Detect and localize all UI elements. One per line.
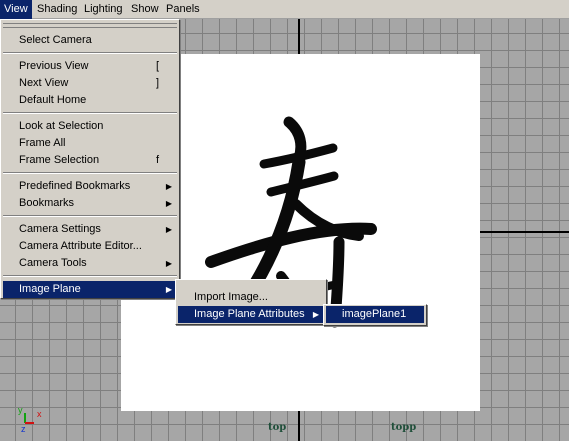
menu-separator	[3, 275, 177, 277]
axis-z-label: z	[21, 424, 26, 433]
shortcut-label: ]	[155, 77, 159, 89]
menu-panels[interactable]: Panels	[162, 0, 204, 19]
submenu-arrow-icon: ▶	[165, 259, 172, 268]
menu-item-camera-tools[interactable]: Camera Tools ▶	[3, 255, 177, 272]
axis-x-label: x	[37, 409, 42, 419]
menu-item-look-at-selection[interactable]: Look at Selection	[3, 118, 177, 135]
menu-item-imageplane1[interactable]: imagePlane1	[326, 306, 424, 323]
menu-separator	[3, 52, 177, 54]
submenu-arrow-icon: ▶	[312, 310, 319, 319]
menu-show[interactable]: Show	[127, 0, 163, 19]
menu-item-previous-view[interactable]: Previous View [	[3, 58, 177, 75]
menu-view[interactable]: View	[0, 0, 32, 19]
menu-item-bookmarks[interactable]: Bookmarks ▶	[3, 195, 177, 212]
image-plane-attributes-submenu: imagePlane1	[323, 304, 427, 326]
menu-separator	[3, 172, 177, 174]
menu-item-default-home[interactable]: Default Home	[3, 92, 177, 109]
menu-item-import-image[interactable]: Import Image...	[178, 289, 324, 306]
shortcut-label: [	[155, 60, 159, 72]
shortcut-label: f	[155, 154, 159, 166]
menu-separator	[3, 112, 177, 114]
tear-off-handle[interactable]	[3, 23, 177, 28]
menu-item-select-camera[interactable]: Select Camera	[3, 32, 177, 49]
menu-item-predefined-bookmarks[interactable]: Predefined Bookmarks ▶	[3, 178, 177, 195]
menu-item-image-plane[interactable]: Image Plane ▶	[3, 281, 177, 298]
camera-label: top	[268, 422, 287, 433]
panel-menubar: View Shading Lighting Show Panels	[0, 0, 569, 19]
camera-label-secondary: topp	[391, 422, 417, 433]
view-menu: Select Camera Previous View [ Next View …	[0, 19, 180, 299]
image-plane-submenu: Import Image... Image Plane Attributes ▶	[175, 279, 327, 325]
submenu-arrow-icon: ▶	[165, 225, 172, 234]
menu-item-frame-selection[interactable]: Frame Selection f	[3, 152, 177, 169]
menu-separator	[3, 215, 177, 217]
menu-item-camera-attribute-editor[interactable]: Camera Attribute Editor...	[3, 238, 177, 255]
submenu-arrow-icon: ▶	[165, 285, 172, 294]
menu-lighting[interactable]: Lighting	[80, 0, 127, 19]
submenu-arrow-icon: ▶	[165, 199, 172, 208]
menu-shading[interactable]: Shading	[33, 0, 81, 19]
axis-y-label: y	[18, 405, 23, 415]
menu-item-image-plane-attributes[interactable]: Image Plane Attributes ▶	[178, 306, 324, 323]
submenu-arrow-icon: ▶	[165, 182, 172, 191]
menu-item-next-view[interactable]: Next View ]	[3, 75, 177, 92]
menu-item-frame-all[interactable]: Frame All	[3, 135, 177, 152]
axis-indicator-icon: x y z	[18, 405, 42, 433]
menu-item-camera-settings[interactable]: Camera Settings ▶	[3, 221, 177, 238]
